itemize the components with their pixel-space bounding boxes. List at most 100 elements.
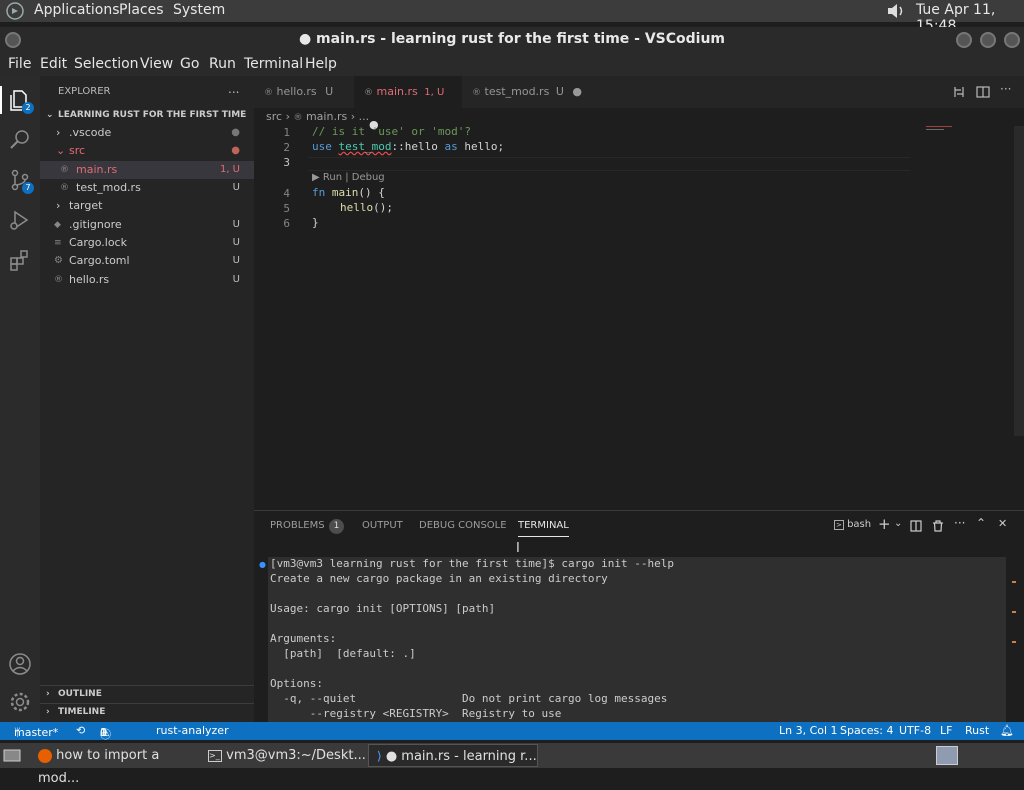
code-text: hello; — [464, 140, 505, 153]
tree-item-cargo-lock[interactable]: ≡ Cargo.lock U — [40, 234, 254, 252]
workspace-switcher[interactable] — [936, 746, 958, 765]
tree-item-label: .vscode — [69, 126, 112, 139]
code-line-2[interactable]: use test_mod::hello as hello; — [312, 140, 504, 153]
breadcrumb-separator: › — [285, 110, 290, 123]
split-terminal-icon[interactable] — [910, 520, 922, 532]
timeline-section[interactable]: › TIMELINE — [40, 703, 254, 721]
tree-item-cargo-toml[interactable]: ⚙ Cargo.toml U — [40, 252, 254, 270]
taskbar-label: how to import a mod... — [38, 748, 160, 786]
terminal-scrollbar[interactable] — [1010, 571, 1018, 671]
panel-more-icon[interactable]: ··· — [954, 516, 965, 530]
applications-menu[interactable]: Applications — [34, 2, 120, 18]
distro-logo-icon[interactable] — [6, 2, 24, 20]
places-menu[interactable]: Places — [119, 2, 164, 18]
notifications-bell-icon[interactable]: 🔔︎ — [1000, 724, 1014, 737]
tree-item-label: Cargo.toml — [69, 254, 130, 267]
editor-more-button[interactable]: ··· — [1000, 82, 1011, 96]
tab-problems[interactable]: PROBLEMS — [270, 520, 325, 531]
tree-item-status: U — [232, 274, 240, 285]
taskbar-firefox[interactable]: how to import a mod... — [30, 744, 200, 786]
tab-terminal[interactable]: TERMINAL — [518, 520, 569, 537]
indentation[interactable]: Spaces: 4 — [840, 724, 893, 737]
tree-item-status: U — [232, 237, 240, 248]
tree-item-src[interactable]: ⌄ src ● — [40, 142, 254, 160]
explorer-more-button[interactable]: ... — [228, 82, 239, 96]
minimap[interactable] — [924, 124, 1010, 134]
breadcrumb-file[interactable]: main.rs — [306, 110, 347, 123]
volume-icon[interactable] — [886, 3, 906, 19]
rust-file-icon: ® — [472, 88, 481, 98]
breadcrumb-folder[interactable]: src — [266, 110, 282, 123]
text-cursor-icon: I — [516, 541, 520, 556]
cursor-position[interactable]: Ln 3, Col 1 — [779, 724, 838, 737]
manage-gear-icon[interactable] — [8, 690, 32, 714]
tree-item-hello-rs[interactable]: ® hello.rs U — [40, 271, 254, 289]
minimize-button[interactable] — [956, 32, 972, 48]
terminal-line: Usage: cargo init [OPTIONS] [path] — [270, 602, 496, 615]
source-control-icon[interactable]: 7 — [8, 168, 34, 194]
menu-view[interactable]: View — [140, 56, 173, 72]
menu-help[interactable]: Help — [305, 56, 337, 72]
code-line-5[interactable]: hello(); — [340, 201, 393, 214]
tree-item-vscode[interactable]: › .vscode ● — [40, 124, 254, 142]
menu-file[interactable]: File — [8, 56, 31, 72]
menu-selection[interactable]: Selection — [74, 56, 139, 72]
tree-item-gitignore[interactable]: ◆ .gitignore U — [40, 216, 254, 234]
window-menu-button[interactable] — [5, 32, 21, 48]
explorer-icon[interactable]: 2 — [8, 88, 34, 114]
maximize-button[interactable] — [980, 32, 996, 48]
workspace-folder[interactable]: ⌄ LEARNING RUST FOR THE FIRST TIME — [40, 106, 254, 124]
editor-area: ® hello.rs U ® main.rs 1, U ● ® test_mod… — [254, 76, 1024, 510]
trash-icon[interactable] — [932, 520, 944, 532]
extensions-icon[interactable] — [8, 248, 32, 272]
run-debug-icon[interactable] — [8, 208, 32, 232]
terminal-line: [path] [default: .] — [270, 647, 416, 660]
tree-item-label: test_mod.rs — [76, 181, 141, 194]
system-menu[interactable]: System — [173, 2, 225, 18]
tab-hello-rs[interactable]: ® hello.rs U — [254, 76, 354, 108]
breadcrumb-more[interactable]: ... — [359, 110, 370, 123]
tab-debug-console[interactable]: DEBUG CONSOLE — [419, 520, 507, 531]
tree-item-target[interactable]: › target — [40, 197, 254, 215]
outline-section[interactable]: › OUTLINE — [40, 685, 254, 703]
close-panel-icon[interactable]: ✕ — [998, 517, 1007, 530]
menu-run[interactable]: Run — [209, 56, 236, 72]
sync-icon[interactable]: ⟲ — [76, 724, 85, 737]
close-window-button[interactable] — [1004, 32, 1020, 48]
rust-analyzer-status[interactable]: rust-analyzer — [156, 724, 229, 737]
tab-output[interactable]: OUTPUT — [362, 520, 403, 531]
show-desktop-icon[interactable] — [3, 747, 21, 763]
code-line-1[interactable]: // is it 'use' or 'mod'? — [312, 125, 471, 138]
terminal-line: [vm3@vm3 learning rust for the first tim… — [270, 557, 674, 570]
language-mode[interactable]: Rust — [965, 724, 989, 737]
taskbar-vscodium[interactable]: ⟩ ● main.rs - learning r... — [368, 744, 538, 767]
chevron-down-icon[interactable]: ⌄ — [894, 518, 902, 529]
maximize-panel-icon[interactable]: ⌃ — [976, 516, 986, 530]
code-line-6[interactable]: } — [312, 216, 319, 229]
menu-terminal[interactable]: Terminal — [244, 56, 303, 72]
unsaved-dot-icon[interactable]: ● — [572, 85, 582, 98]
tree-item-test-mod-rs[interactable]: ® test_mod.rs U — [40, 179, 254, 197]
encoding[interactable]: UTF-8 — [899, 724, 931, 737]
new-terminal-icon[interactable]: + — [878, 515, 891, 533]
tab-test-mod-rs[interactable]: ® test_mod.rs U ● — [462, 76, 582, 108]
line-ending[interactable]: LF — [940, 724, 952, 737]
terminal-selector[interactable]: > bash — [834, 519, 871, 530]
command-decoration-icon: ● — [259, 560, 266, 569]
git-file-icon: ◆ — [54, 220, 61, 230]
module-name-error[interactable]: test_mod — [339, 140, 392, 153]
search-icon[interactable] — [8, 128, 32, 152]
menu-go[interactable]: Go — [180, 56, 199, 72]
code-line-4[interactable]: fn main() { — [312, 186, 385, 199]
split-editor-icon[interactable] — [976, 85, 990, 99]
tab-main-rs[interactable]: ® main.rs 1, U ● — [354, 76, 462, 131]
accounts-icon[interactable] — [8, 652, 32, 676]
compare-changes-icon[interactable] — [952, 85, 966, 99]
tree-item-main-rs[interactable]: ® main.rs 1, U — [40, 161, 254, 179]
branch-label: master* — [14, 726, 59, 739]
terminal-output[interactable]: [vm3@vm3 learning rust for the first tim… — [268, 557, 1006, 723]
menu-edit[interactable]: Edit — [40, 56, 67, 72]
taskbar-terminal[interactable]: >_ vm3@vm3:~/Deskt... — [200, 744, 368, 767]
editor-scrollbar[interactable] — [1014, 126, 1024, 436]
run-debug-codelens[interactable]: ▶ Run | Debug — [312, 172, 385, 183]
